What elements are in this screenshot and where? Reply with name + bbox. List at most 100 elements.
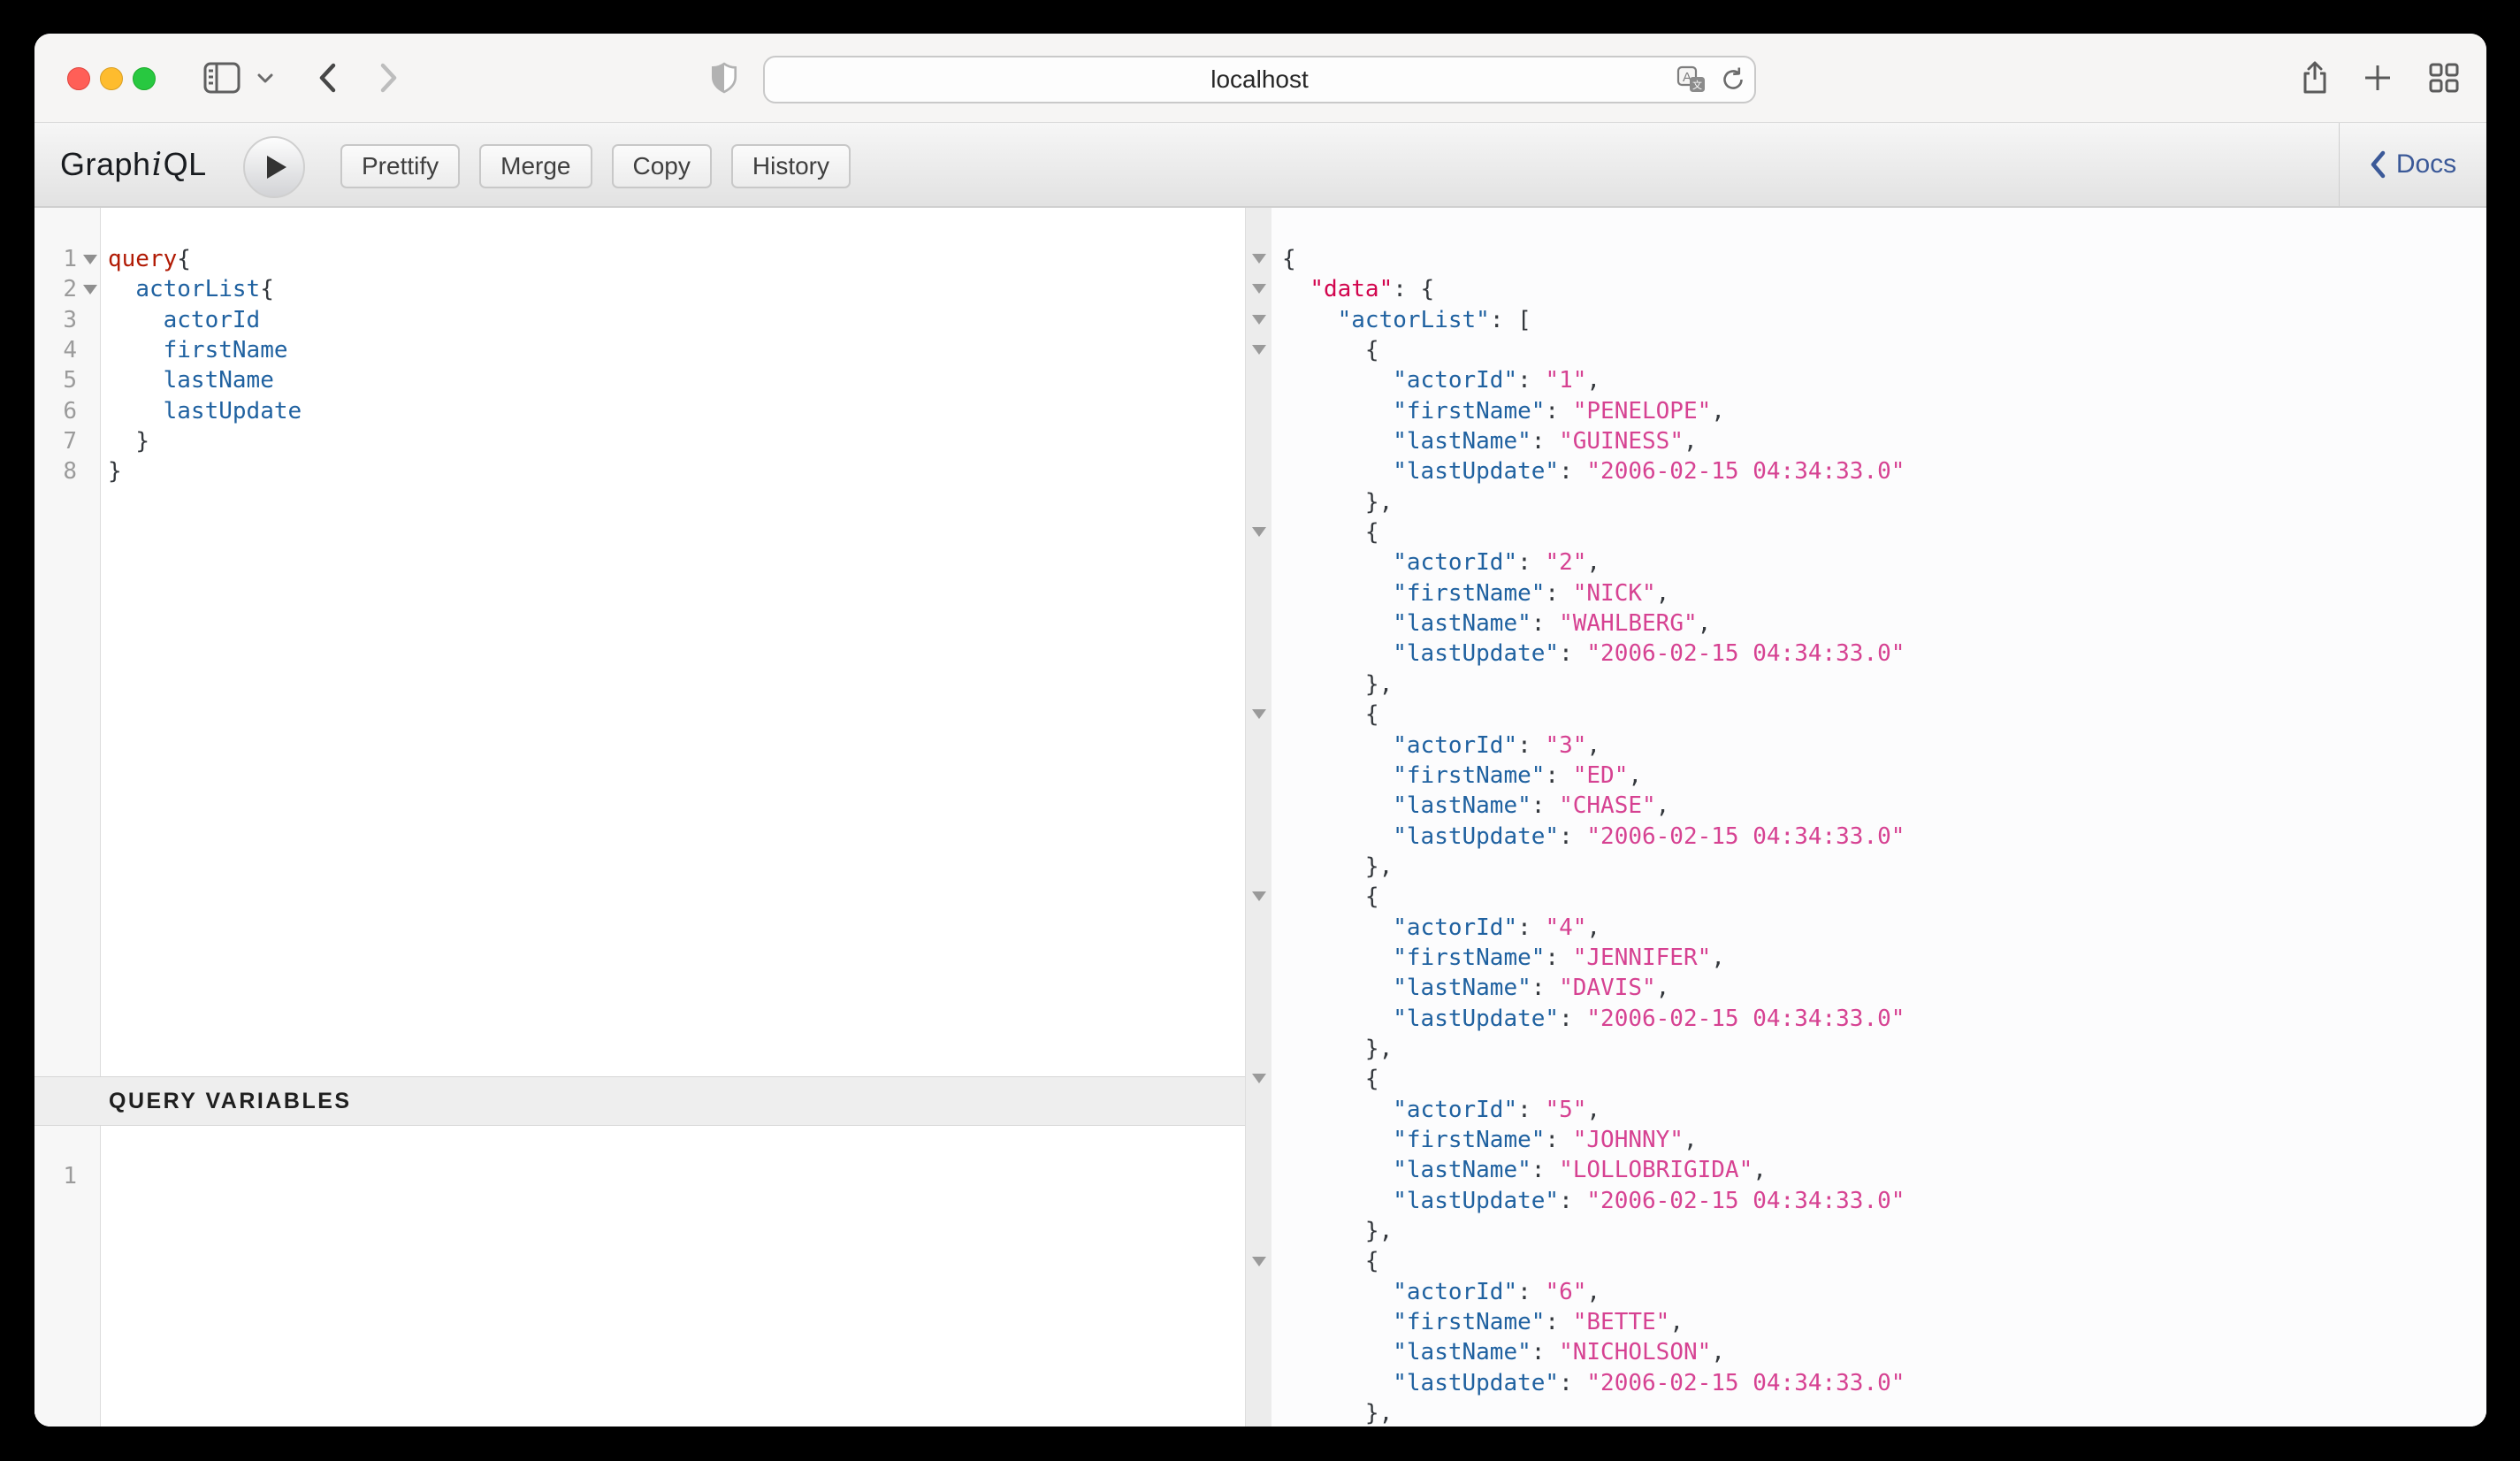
variables-gutter: 1 <box>34 1126 101 1427</box>
code-line: "actorId": "1", <box>1282 365 2486 395</box>
tab-overview-button[interactable] <box>2425 34 2463 122</box>
graphiql-topbar: GraphiQL Prettify Merge Copy History Doc… <box>34 123 2486 208</box>
new-tab-button[interactable] <box>2360 34 2395 122</box>
code-line: }, <box>1282 1398 2486 1427</box>
code-line: "actorId": "3", <box>1282 730 2486 761</box>
fold-arrow-icon[interactable] <box>1252 527 1266 537</box>
line-number: 1 <box>34 244 100 274</box>
code-line: { <box>1282 882 2486 912</box>
result-fold-gutter[interactable] <box>1245 208 1271 1427</box>
back-button[interactable] <box>314 34 340 122</box>
result-code: { "data": { "actorList": [ { "actorId": … <box>1271 208 2486 1427</box>
reload-icon[interactable] <box>1719 65 1747 94</box>
code-line: "data": { <box>1282 274 2486 304</box>
fold-arrow-icon[interactable] <box>83 255 97 264</box>
browser-toolbar: localhost A 文 <box>34 34 2486 123</box>
copy-button[interactable]: Copy <box>612 144 712 188</box>
code-line: } <box>108 456 1245 486</box>
code-line: "lastName": "NICHOLSON", <box>1282 1337 2486 1367</box>
fold-arrow-icon[interactable] <box>1252 891 1266 901</box>
play-icon <box>265 154 288 180</box>
code-line: "firstName": "ED", <box>1282 761 2486 791</box>
forward-chevron-icon <box>379 63 399 93</box>
fold-arrow-icon[interactable] <box>1252 709 1266 719</box>
logo-text-ql: QL <box>164 146 207 183</box>
shield-icon <box>711 62 737 94</box>
code-line: "lastName": "CHASE", <box>1282 791 2486 821</box>
privacy-report-button[interactable] <box>710 34 738 122</box>
minimize-window-button[interactable] <box>100 67 123 90</box>
history-button[interactable]: History <box>731 144 851 188</box>
code-line: "actorList": [ <box>1282 305 2486 335</box>
line-number: 5 <box>34 365 100 395</box>
share-button[interactable] <box>2296 34 2333 122</box>
code-line: "lastUpdate": "2006-02-15 04:34:33.0" <box>1282 1368 2486 1398</box>
query-pane: 12345678 query{ actorList{ actorId first… <box>34 208 1245 1427</box>
url-text: localhost <box>1210 65 1309 94</box>
fold-arrow-icon[interactable] <box>83 285 97 294</box>
execute-query-button[interactable] <box>243 136 305 198</box>
code-line: }, <box>1282 1216 2486 1246</box>
code-line: { <box>1282 1064 2486 1094</box>
chevron-left-icon <box>2370 150 2386 179</box>
code-line: "lastName": "GUINESS", <box>1282 426 2486 456</box>
code-line: actorList{ <box>108 274 1245 304</box>
fold-arrow-icon[interactable] <box>1252 315 1266 325</box>
code-line: "lastName": "DAVIS", <box>1282 973 2486 1003</box>
graphiql-logo: GraphiQL <box>60 123 207 206</box>
translate-icon[interactable]: A 文 <box>1676 65 1707 94</box>
code-line: "lastUpdate": "2006-02-15 04:34:33.0" <box>1282 1004 2486 1034</box>
sidebar-toggle-button[interactable] <box>202 34 242 122</box>
code-line: { <box>1282 335 2486 365</box>
query-editor[interactable]: 12345678 query{ actorList{ actorId first… <box>34 208 1245 1076</box>
code-line: "firstName": "NICK", <box>1282 578 2486 608</box>
code-line: "firstName": "JOHNNY", <box>1282 1125 2486 1155</box>
code-line: }, <box>1282 669 2486 700</box>
variables-editor[interactable]: 1 <box>34 1126 1245 1427</box>
fold-arrow-icon[interactable] <box>1252 1257 1266 1266</box>
code-line: { <box>1282 1246 2486 1276</box>
logo-text: Graph <box>60 146 151 183</box>
query-gutter: 12345678 <box>34 208 101 1076</box>
line-number: 3 <box>34 305 100 335</box>
code-line: "firstName": "PENELOPE", <box>1282 396 2486 426</box>
forward-button[interactable] <box>376 34 402 122</box>
code-line: firstName <box>108 335 1245 365</box>
code-line: query{ <box>108 244 1245 274</box>
merge-button[interactable]: Merge <box>479 144 592 188</box>
code-line: "actorId": "5", <box>1282 1095 2486 1125</box>
query-variables-header[interactable]: QUERY VARIABLES <box>34 1076 1245 1126</box>
code-line: } <box>108 426 1245 456</box>
sidebar-menu-chevron[interactable] <box>255 34 276 122</box>
plus-icon <box>2363 63 2393 93</box>
code-line: "actorId": "4", <box>1282 913 2486 943</box>
fold-arrow-icon[interactable] <box>1252 254 1266 264</box>
code-line: "lastUpdate": "2006-02-15 04:34:33.0" <box>1282 822 2486 852</box>
zoom-window-button[interactable] <box>133 67 156 90</box>
code-line: "lastUpdate": "2006-02-15 04:34:33.0" <box>1282 456 2486 486</box>
code-line: "lastName": "LOLLOBRIGIDA", <box>1282 1155 2486 1185</box>
close-window-button[interactable] <box>67 67 90 90</box>
query-variables-title: QUERY VARIABLES <box>109 1089 352 1114</box>
code-line: }, <box>1282 852 2486 882</box>
tab-grid-icon <box>2429 63 2459 93</box>
sidebar-icon <box>203 62 241 94</box>
code-line: { <box>1282 517 2486 547</box>
fold-arrow-icon[interactable] <box>1252 284 1266 294</box>
code-line: "firstName": "JENNIFER", <box>1282 943 2486 973</box>
line-number: 7 <box>34 426 100 456</box>
back-chevron-icon <box>317 63 337 93</box>
code-line: "actorId": "6", <box>1282 1277 2486 1307</box>
result-pane[interactable]: { "data": { "actorList": [ { "actorId": … <box>1271 208 2486 1427</box>
prettify-button[interactable]: Prettify <box>340 144 460 188</box>
fold-arrow-icon[interactable] <box>1252 345 1266 355</box>
fold-arrow-icon[interactable] <box>1252 1074 1266 1083</box>
code-line: lastName <box>108 365 1245 395</box>
query-code[interactable]: query{ actorList{ actorId firstName last… <box>101 208 1245 1076</box>
code-line: "lastName": "WAHLBERG", <box>1282 608 2486 639</box>
docs-button[interactable]: Docs <box>2340 123 2486 206</box>
code-line: lastUpdate <box>108 396 1245 426</box>
address-bar[interactable]: localhost A 文 <box>763 56 1756 103</box>
logo-italic-i: i <box>151 147 164 183</box>
toolbar-buttons: Prettify Merge Copy History <box>340 144 851 188</box>
